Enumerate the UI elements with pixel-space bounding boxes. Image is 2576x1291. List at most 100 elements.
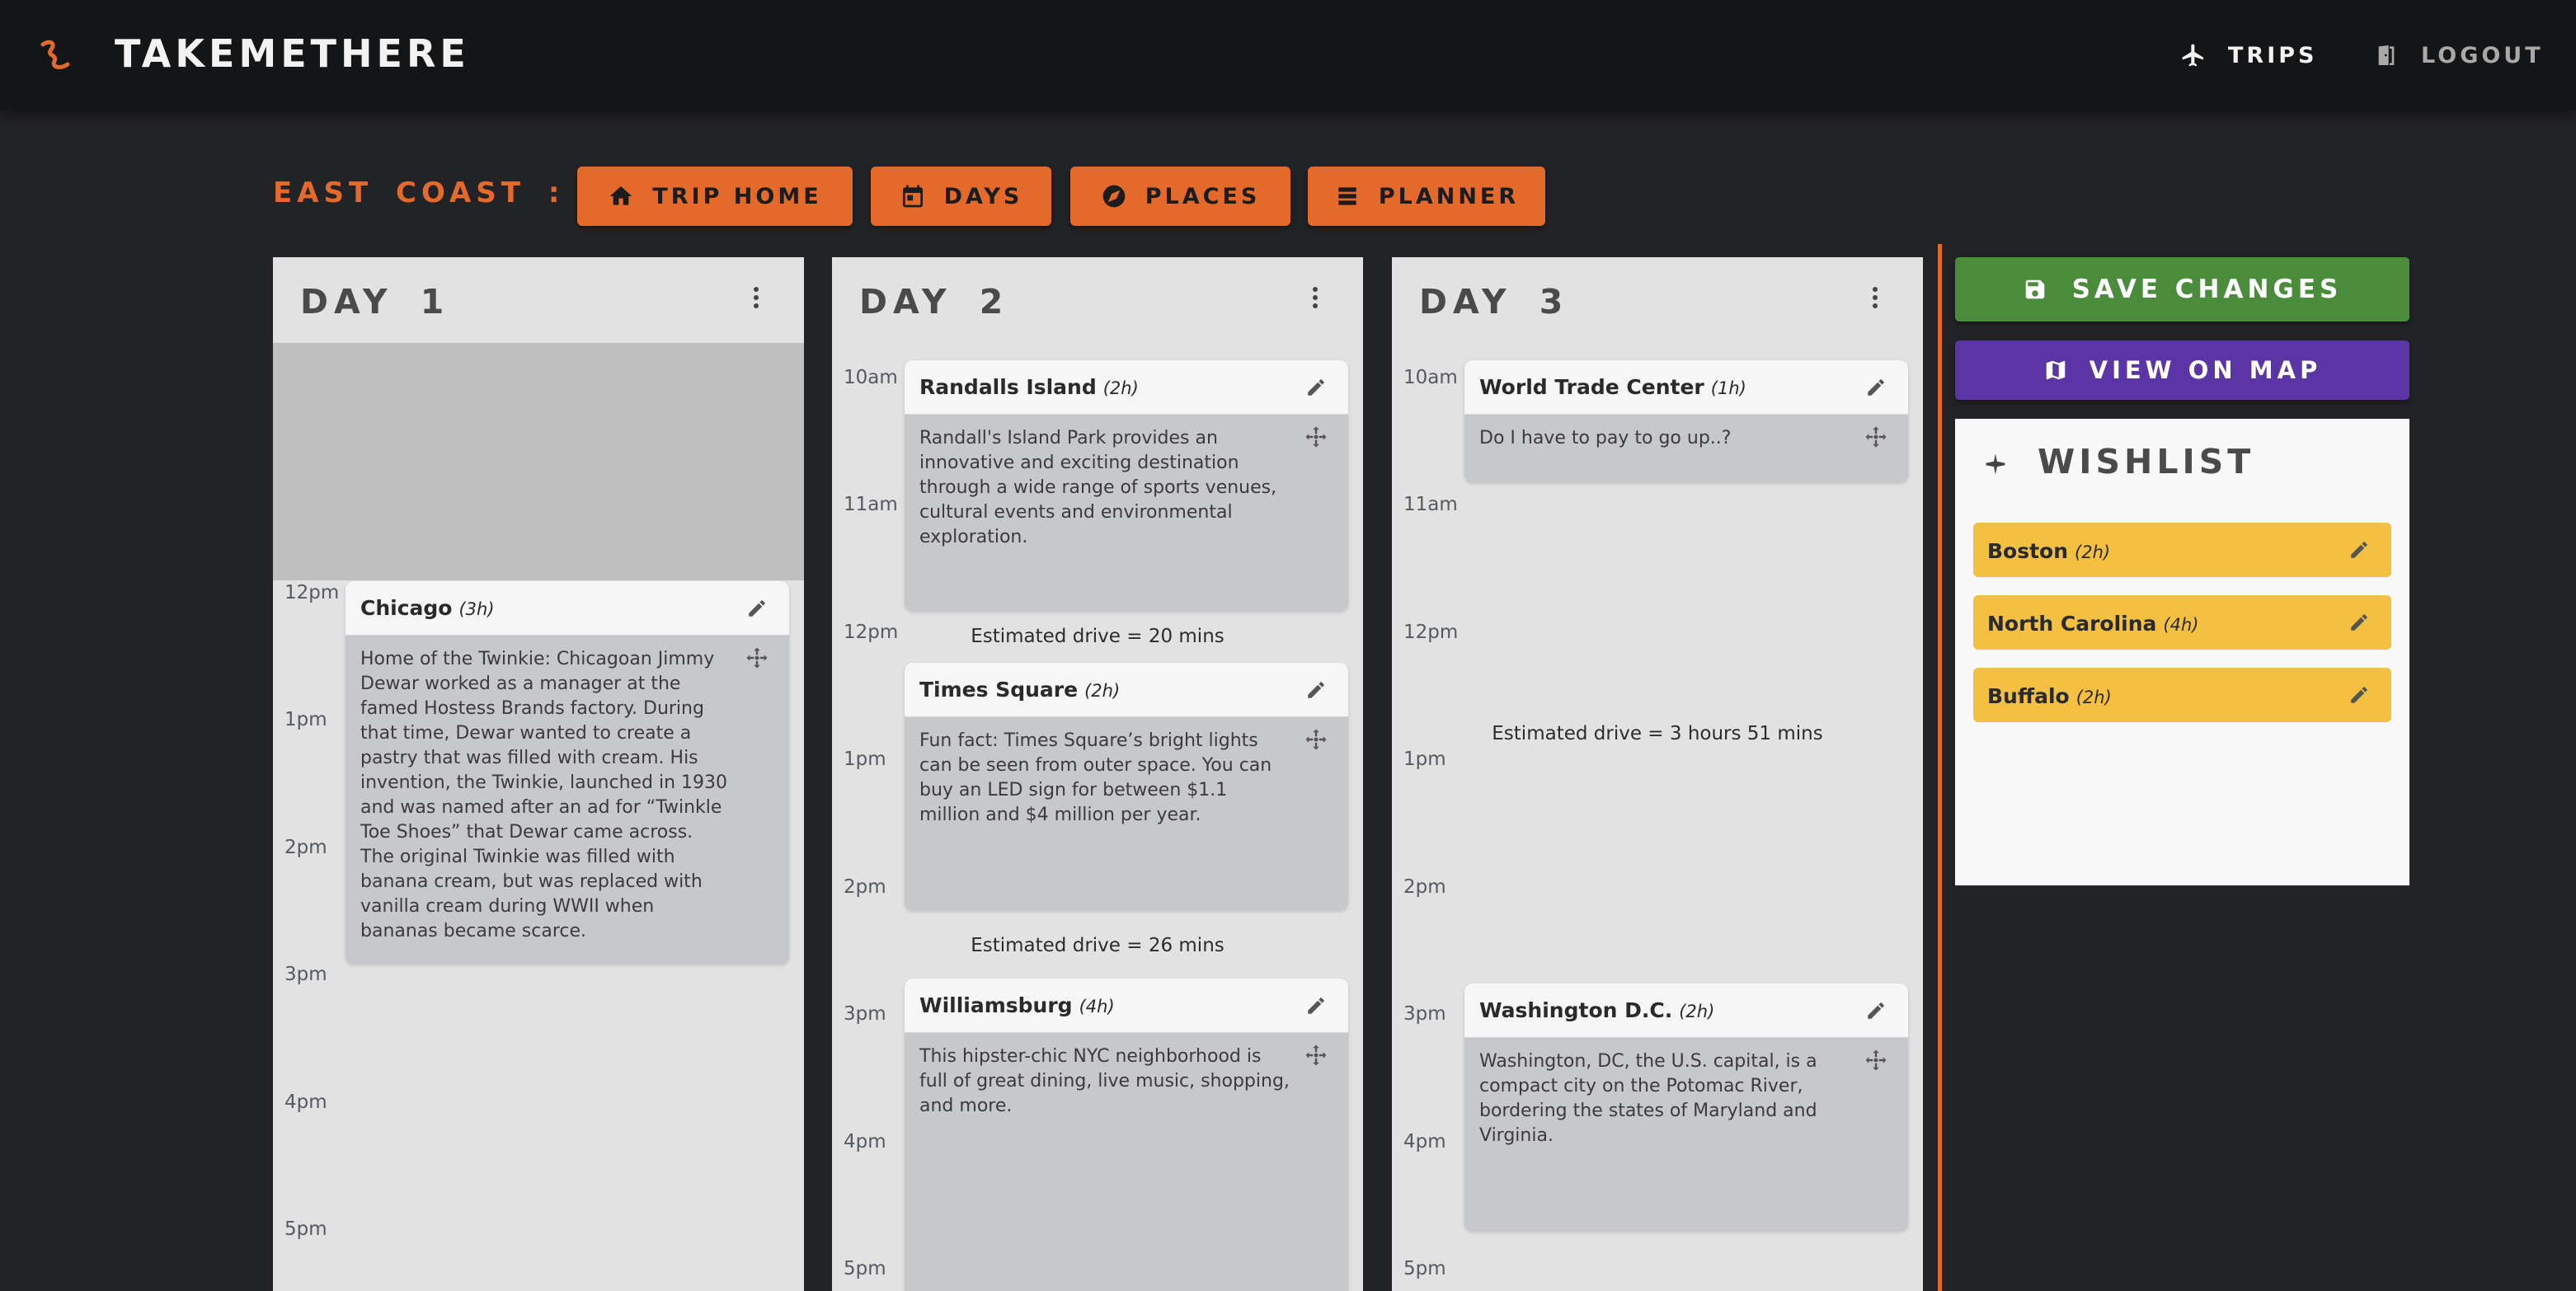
time-label: 5pm	[284, 1218, 327, 1240]
time-label: 2pm	[844, 876, 886, 898]
day-column-2: DAY 2 10am 11am 12pm 1pm 2pm 3pm 4pm 5pm…	[832, 257, 1363, 1291]
planner-button[interactable]: PLANNER	[1308, 167, 1545, 226]
save-changes-label: SAVE CHANGES	[2071, 275, 2343, 304]
event-card-randalls-island[interactable]: Randalls Island (2h) Randall's Island Par…	[905, 360, 1348, 611]
event-name: Randalls Island (2h)	[919, 375, 1139, 399]
edit-icon[interactable]	[746, 598, 768, 619]
nav-logout-link[interactable]: LOGOUT	[2373, 38, 2544, 73]
drag-move-icon[interactable]	[1304, 1043, 1328, 1068]
day-column-1: DAY 1 12pm 1pm 2pm 3pm 4pm 5pm Chicago (3…	[273, 257, 804, 1291]
trip-home-button[interactable]: TRIP HOME	[577, 167, 853, 226]
airplane-icon	[2182, 44, 2203, 67]
wishlist-item-name: Buffalo (2h)	[1987, 684, 2112, 708]
sparkle-icon	[1986, 453, 2005, 475]
map-icon	[2046, 360, 2065, 380]
edit-icon[interactable]	[1305, 679, 1327, 701]
panel-divider	[1938, 244, 1942, 1291]
brand-name[interactable]: TAKEMETHERE	[115, 31, 470, 76]
edit-icon[interactable]	[1865, 1000, 1887, 1021]
event-card-chicago[interactable]: Chicago (3h) Home of the Twinkie: Chicago…	[346, 581, 789, 964]
estimated-drive: Estimated drive = 3 hours 51 mins	[1492, 723, 1823, 744]
wishlist-panel: WISHLIST Boston (2h) North Carolina (4h) B…	[1955, 419, 2409, 885]
compass-icon	[1102, 185, 1126, 208]
day-header: DAY 1	[273, 257, 804, 343]
save-changes-button[interactable]: SAVE CHANGES	[1955, 257, 2409, 322]
planner-icon	[1338, 187, 1356, 205]
wishlist-item-boston[interactable]: Boston (2h)	[1973, 523, 2391, 577]
event-duration: (3h)	[458, 599, 495, 619]
event-card-williamsburg[interactable]: Williamsburg (4h) This hipster-chic NYC n…	[905, 979, 1348, 1291]
event-header: World Trade Center (1h)	[1464, 360, 1908, 415]
time-label: 2pm	[284, 837, 327, 858]
event-card-times-square[interactable]: Times Square (2h) Fun fact: Times Square’…	[905, 663, 1348, 910]
drag-move-icon[interactable]	[745, 646, 769, 670]
time-label: 12pm	[284, 582, 340, 603]
event-header: Times Square (2h)	[905, 663, 1348, 717]
event-description: Do I have to pay to go up..?	[1479, 428, 1732, 448]
days-button[interactable]: DAYS	[871, 167, 1051, 226]
trip-home-label: TRIP HOME	[652, 183, 822, 209]
more-vert-icon[interactable]	[1870, 285, 1880, 310]
day-column-3: DAY 3 10am 11am 12pm 1pm 2pm 3pm 4pm 5pm…	[1392, 257, 1923, 1291]
nav-trips-link[interactable]: TRIPS	[2180, 38, 2318, 73]
time-label: 10am	[844, 367, 898, 388]
view-on-map-button[interactable]: VIEW ON MAP	[1955, 340, 2409, 400]
time-label: 1pm	[844, 749, 886, 770]
day-header: DAY 2	[832, 257, 1363, 343]
event-description: Home of the Twinkie: Chicagoan Jimmy Dew…	[360, 649, 728, 941]
event-description: This hipster-chic NYC neighborhood is fu…	[919, 1046, 1290, 1116]
more-vert-icon[interactable]	[751, 285, 761, 310]
event-name: Chicago (3h)	[360, 596, 495, 620]
event-duration: (2h)	[1102, 378, 1139, 398]
time-label: 12pm	[1403, 622, 1459, 643]
event-name: Washington D.C. (2h)	[1479, 998, 1715, 1022]
edit-icon[interactable]	[1305, 377, 1327, 398]
edit-icon[interactable]	[1305, 995, 1327, 1016]
more-vert-icon[interactable]	[1310, 285, 1320, 310]
drag-move-icon[interactable]	[1864, 425, 1888, 449]
event-card-world-trade-center[interactable]: World Trade Center (1h) Do I have to pay …	[1464, 360, 1908, 482]
edit-icon[interactable]	[2348, 539, 2370, 561]
estimated-drive: Estimated drive = 26 mins	[971, 935, 1225, 956]
day-header: DAY 3	[1392, 257, 1923, 343]
event-description: Randall's Island Park provides an innova…	[919, 428, 1277, 547]
time-label: 1pm	[1403, 749, 1446, 770]
time-label: 3pm	[284, 964, 327, 985]
time-label: 5pm	[1403, 1258, 1446, 1279]
nav-trips-label: TRIPS	[2228, 42, 2318, 68]
wishlist-item-north-carolina[interactable]: North Carolina (4h)	[1973, 595, 2391, 650]
wishlist-item-duration: (2h)	[2075, 688, 2112, 707]
trip-title: EAST COAST :	[273, 176, 565, 209]
time-label: 11am	[1403, 494, 1458, 515]
time-label: 11am	[844, 494, 898, 515]
wishlist-item-duration: (4h)	[2163, 615, 2199, 635]
time-label: 3pm	[1403, 1003, 1446, 1025]
event-header: Washington D.C. (2h)	[1464, 984, 1908, 1038]
event-name: Times Square (2h)	[919, 678, 1121, 702]
time-label: 4pm	[844, 1131, 886, 1153]
drag-move-icon[interactable]	[1304, 727, 1328, 752]
places-button[interactable]: PLACES	[1070, 167, 1290, 226]
drag-move-icon[interactable]	[1304, 425, 1328, 449]
event-card-washington-dc[interactable]: Washington D.C. (2h) Washington, DC, the …	[1464, 984, 1908, 1231]
time-label: 3pm	[844, 1003, 886, 1025]
logo-icon[interactable]	[36, 36, 74, 74]
wishlist-item-buffalo[interactable]: Buffalo (2h)	[1973, 668, 2391, 722]
day-title: DAY 3	[1419, 282, 1569, 322]
event-name: World Trade Center (1h)	[1479, 375, 1746, 399]
day-title: DAY 1	[300, 282, 450, 322]
event-header: Williamsburg (4h)	[905, 979, 1348, 1033]
empty-time-slot	[273, 343, 804, 580]
edit-icon[interactable]	[2348, 684, 2370, 706]
event-duration: (1h)	[1710, 378, 1746, 398]
edit-icon[interactable]	[1865, 377, 1887, 398]
time-label: 10am	[1403, 367, 1458, 388]
home-icon	[610, 186, 632, 205]
event-duration: (2h)	[1084, 681, 1121, 701]
save-icon	[2025, 279, 2044, 299]
event-duration: (4h)	[1079, 997, 1115, 1016]
top-navbar: TAKEMETHERE TRIPS LOGOUT	[0, 0, 2576, 110]
edit-icon[interactable]	[2348, 612, 2370, 633]
drag-move-icon[interactable]	[1864, 1048, 1888, 1073]
time-label: 5pm	[844, 1258, 886, 1279]
